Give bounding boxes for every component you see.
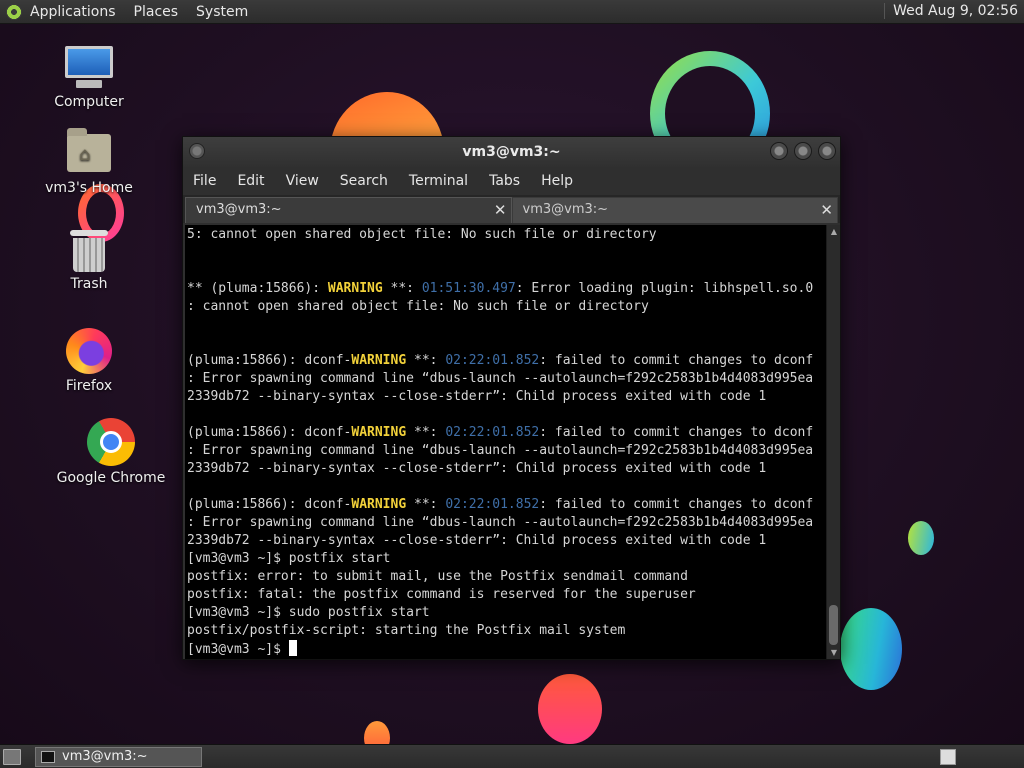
window-menu-icon[interactable] xyxy=(189,143,205,159)
wallpaper-red-blob xyxy=(538,674,602,744)
output-line: postfix/postfix-script: starting the Pos… xyxy=(187,623,626,638)
wallpaper-blue-blob xyxy=(840,608,902,690)
top-panel: Applications Places System Wed Aug 9, 02… xyxy=(0,0,1024,24)
output-line: [vm3@vm3 ~]$ sudo postfix start xyxy=(187,605,430,620)
terminal-window[interactable]: vm3@vm3:~ File Edit View Search Terminal… xyxy=(182,136,841,660)
desktop-icon-label: Google Chrome xyxy=(56,470,166,486)
menu-tabs[interactable]: Tabs xyxy=(489,173,520,189)
desktop-icon-chrome[interactable]: Google Chrome xyxy=(56,418,166,486)
output-line: 5: cannot open shared object file: No su… xyxy=(187,227,657,242)
close-button[interactable] xyxy=(818,142,836,160)
menu-applications[interactable]: Applications xyxy=(30,4,116,20)
prompt-line[interactable]: [vm3@vm3 ~]$ xyxy=(187,640,297,657)
tab-label: vm3@vm3:~ xyxy=(522,202,609,217)
desktop-icon-home[interactable]: ⌂ vm3's Home xyxy=(34,128,144,196)
scroll-up-icon[interactable]: ▲ xyxy=(827,227,841,236)
home-folder-icon: ⌂ xyxy=(67,128,111,172)
show-desktop-icon[interactable] xyxy=(3,749,21,765)
chrome-icon xyxy=(87,418,135,466)
menu-system[interactable]: System xyxy=(196,4,248,20)
output-line: : Error spawning command line “dbus-laun… xyxy=(187,443,814,458)
output-line: 2339db72 --binary-syntax --close-stderr”… xyxy=(187,533,767,548)
bottom-panel: vm3@vm3:~ xyxy=(0,744,1024,768)
window-title: vm3@vm3:~ xyxy=(462,144,561,160)
output-line: postfix: fatal: the postfix command is r… xyxy=(187,587,696,602)
desktop-icon-label: Trash xyxy=(70,276,108,292)
maximize-button[interactable] xyxy=(794,142,812,160)
menu-help[interactable]: Help xyxy=(541,173,573,189)
tab-label: vm3@vm3:~ xyxy=(196,202,282,217)
desktop-icon-computer[interactable]: Computer xyxy=(34,46,144,110)
menu-search[interactable]: Search xyxy=(340,173,388,189)
minimize-button[interactable] xyxy=(770,142,788,160)
menu-terminal[interactable]: Terminal xyxy=(409,173,468,189)
output-line: 2339db72 --binary-syntax --close-stderr”… xyxy=(187,389,767,404)
computer-icon xyxy=(65,46,113,90)
menu-edit[interactable]: Edit xyxy=(237,173,264,189)
output-line: (pluma:15866): dconf-WARNING **: 02:22:0… xyxy=(187,353,814,368)
terminal-tab-2[interactable]: vm3@vm3:~ ✕ xyxy=(511,197,838,223)
terminal-text: 5: cannot open shared object file: No su… xyxy=(187,226,826,659)
output-line: : Error spawning command line “dbus-laun… xyxy=(187,515,814,530)
scrollbar-thumb[interactable] xyxy=(829,605,838,645)
menu-places[interactable]: Places xyxy=(134,4,179,20)
terminal-menubar: File Edit View Search Terminal Tabs Help xyxy=(183,167,840,195)
output-line: postfix: error: to submit mail, use the … xyxy=(187,569,688,584)
trash-icon xyxy=(70,230,108,272)
desktop-icon-label: Computer xyxy=(54,94,124,110)
scroll-down-icon[interactable]: ▼ xyxy=(827,648,841,657)
firefox-icon xyxy=(66,328,112,374)
desktop-icon-label: Firefox xyxy=(65,378,113,394)
workspace-switcher[interactable] xyxy=(940,749,956,765)
terminal-icon xyxy=(41,751,55,763)
terminal-tabbar: vm3@vm3:~ ✕ vm3@vm3:~ ✕ xyxy=(183,195,840,223)
taskbar-label: vm3@vm3:~ xyxy=(62,749,148,764)
desktop-icon-firefox[interactable]: Firefox xyxy=(34,328,144,394)
desktop-icon-trash[interactable]: Trash xyxy=(34,230,144,292)
taskbar-terminal-button[interactable]: vm3@vm3:~ xyxy=(35,747,202,767)
terminal-scrollbar[interactable]: ▲ ▼ xyxy=(826,225,840,659)
menu-file[interactable]: File xyxy=(193,173,216,189)
tab-close-icon[interactable]: ✕ xyxy=(494,201,507,219)
menu-view[interactable]: View xyxy=(286,173,319,189)
output-line: : cannot open shared object file: No suc… xyxy=(187,299,649,314)
window-titlebar[interactable]: vm3@vm3:~ xyxy=(183,137,840,167)
text-cursor xyxy=(288,640,297,656)
distro-logo-icon[interactable] xyxy=(6,3,22,20)
terminal-tab-1[interactable]: vm3@vm3:~ ✕ xyxy=(185,197,512,223)
panel-clock[interactable]: Wed Aug 9, 02:56 xyxy=(884,3,1018,19)
output-line: (pluma:15866): dconf-WARNING **: 02:22:0… xyxy=(187,497,814,512)
output-line: [vm3@vm3 ~]$ postfix start xyxy=(187,551,391,566)
wallpaper-small-blob xyxy=(908,521,934,555)
terminal-output[interactable]: 5: cannot open shared object file: No su… xyxy=(185,225,826,659)
output-line: : Error spawning command line “dbus-laun… xyxy=(187,371,814,386)
output-line: (pluma:15866): dconf-WARNING **: 02:22:0… xyxy=(187,425,814,440)
desktop-icon-label: vm3's Home xyxy=(45,180,133,196)
tab-close-icon[interactable]: ✕ xyxy=(820,201,833,219)
output-line: 2339db72 --binary-syntax --close-stderr”… xyxy=(187,461,767,476)
output-line: ** (pluma:15866): WARNING **: 01:51:30.4… xyxy=(187,281,814,296)
